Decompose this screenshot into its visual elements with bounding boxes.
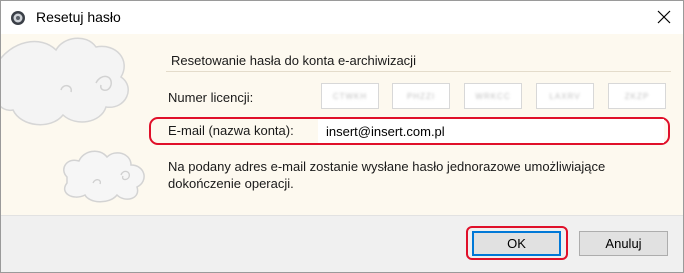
section-title: Resetowanie hasła do konta e-archiwizacj… (171, 53, 416, 68)
licence-part-3: WRKCC (475, 91, 511, 101)
licence-field-1[interactable]: CTWKH (321, 83, 379, 109)
info-text-line-1: Na podany adres e-mail zostanie wysłane … (168, 159, 606, 174)
licence-part-1: CTWKH (332, 91, 368, 101)
licence-field-4[interactable]: LAXRV (536, 83, 594, 109)
email-input[interactable] (318, 119, 664, 143)
licence-field-2[interactable]: PHZZI (392, 83, 450, 109)
cloud-small-decoration-icon (63, 150, 145, 203)
dialog-window: Resetuj hasło Resetowanie hasła do konta… (0, 0, 684, 273)
licence-part-4: LAXRV (549, 91, 581, 101)
licence-field-5[interactable]: ZKZP (608, 83, 666, 109)
email-label: E-mail (nazwa konta): (168, 123, 294, 138)
info-text-line-2: dokończenie operacji. (168, 176, 294, 191)
close-icon (657, 10, 671, 24)
section-divider (166, 71, 671, 72)
cancel-button[interactable]: Anuluj (579, 231, 668, 256)
ok-button[interactable]: OK (472, 231, 561, 256)
close-button[interactable] (651, 5, 677, 29)
app-icon (11, 11, 25, 25)
window-title: Resetuj hasło (36, 9, 121, 25)
licence-part-5: ZKZP (624, 91, 650, 101)
licence-label: Numer licencji: (168, 90, 254, 105)
cloud-decoration-icon (1, 37, 129, 126)
licence-field-3[interactable]: WRKCC (464, 83, 522, 109)
licence-part-2: PHZZI (406, 91, 436, 101)
info-text: Na podany adres e-mail zostanie wysłane … (168, 158, 648, 192)
title-bar: Resetuj hasło (1, 1, 683, 34)
